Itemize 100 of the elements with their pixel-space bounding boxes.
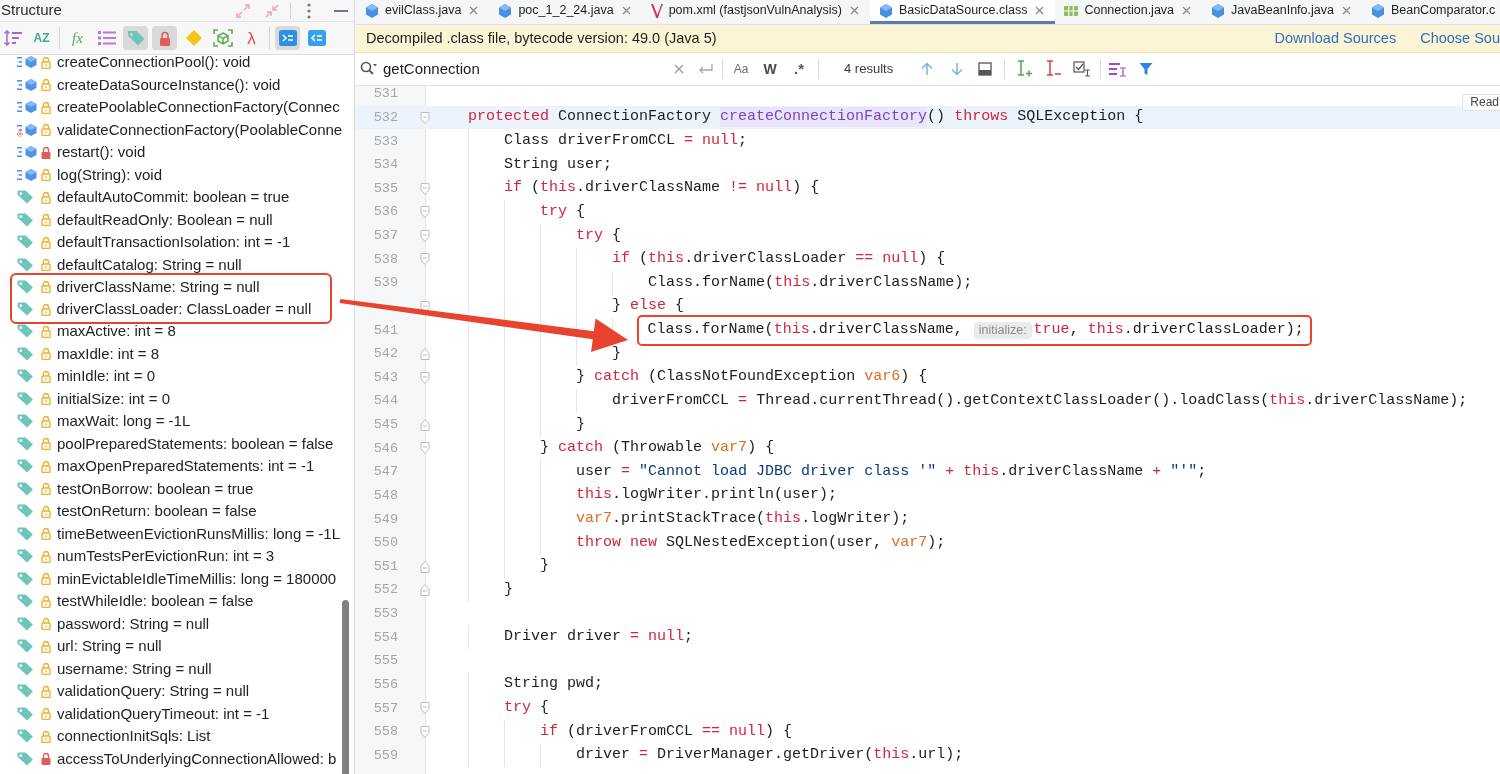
search-icon[interactable] bbox=[360, 61, 378, 77]
search-field[interactable]: getConnection bbox=[383, 57, 667, 81]
scrollbar-thumb[interactable] bbox=[342, 600, 349, 774]
code-text: this.logWriter.println(user); bbox=[576, 485, 838, 506]
structure-item[interactable]: testWhileIdle: boolean = false bbox=[57, 590, 254, 613]
file-tab[interactable]: Connection.java bbox=[1055, 0, 1203, 24]
fold-marker-icon[interactable] bbox=[420, 182, 430, 195]
more-icon[interactable] bbox=[307, 2, 311, 19]
fold-marker-icon[interactable] bbox=[420, 418, 430, 431]
structure-item[interactable]: timeBetweenEvictionRunsMillis: long = -1L bbox=[57, 522, 341, 545]
line-number: 558 bbox=[373, 725, 398, 739]
line-number: 553 bbox=[373, 607, 398, 621]
collapse-icon[interactable] bbox=[264, 2, 280, 19]
structure-item[interactable]: testOnReturn: boolean = false bbox=[57, 500, 257, 523]
fold-marker-icon[interactable] bbox=[420, 560, 430, 573]
structure-item[interactable]: log(String): void bbox=[57, 163, 163, 186]
fold-marker-icon[interactable] bbox=[420, 702, 430, 715]
up-arrow-icon[interactable] bbox=[920, 62, 934, 76]
fold-marker-icon[interactable] bbox=[420, 347, 430, 360]
cursor-minus-icon[interactable] bbox=[1044, 60, 1062, 78]
window-icon[interactable] bbox=[978, 62, 992, 76]
structure-item[interactable]: url: String = null bbox=[57, 635, 162, 658]
code-text: throw new SQLNestedException(user, var7); bbox=[576, 532, 946, 553]
structure-item[interactable]: password: String = null bbox=[57, 612, 210, 635]
search-option-toggle[interactable]: .* bbox=[787, 58, 811, 80]
expand-icon[interactable] bbox=[235, 2, 251, 19]
structure-item[interactable]: minEvictableIdleTimeMillis: long = 180000 bbox=[57, 567, 337, 590]
minimize-icon[interactable] bbox=[334, 9, 348, 12]
close-icon[interactable] bbox=[621, 6, 631, 15]
code-text: } catch (Throwable var7) { bbox=[540, 438, 775, 459]
structure-item[interactable]: maxActive: int = 8 bbox=[57, 320, 176, 343]
structure-item[interactable]: createConnectionPool(): void bbox=[57, 55, 251, 74]
line-number: 549 bbox=[373, 512, 398, 526]
structure-item[interactable]: driverClassLoader: ClassLoader = null bbox=[56, 298, 312, 321]
code-text: String pwd; bbox=[504, 674, 604, 695]
banner-link[interactable]: Download Sources bbox=[1274, 27, 1397, 50]
tag-button[interactable] bbox=[123, 26, 148, 50]
close-icon[interactable] bbox=[849, 6, 859, 15]
structure-item[interactable]: accessToUnderlyingConnectionAllowed: b bbox=[57, 747, 337, 770]
enter-icon[interactable] bbox=[697, 63, 713, 75]
close-icon[interactable] bbox=[1035, 6, 1045, 15]
list-icon bbox=[97, 31, 116, 45]
structure-item[interactable]: defaultCatalog: String = null bbox=[57, 253, 242, 276]
tile-forward-button[interactable] bbox=[275, 26, 300, 50]
fold-marker-icon[interactable] bbox=[420, 111, 430, 124]
structure-item[interactable]: createDataSourceInstance(): void bbox=[57, 73, 281, 96]
fold-marker-icon[interactable] bbox=[420, 253, 430, 266]
code-text: } bbox=[612, 343, 622, 364]
structure-item[interactable]: defaultAutoCommit: boolean = true bbox=[57, 186, 290, 209]
file-tab[interactable]: evilClass.java bbox=[356, 0, 490, 24]
close-icon[interactable] bbox=[1182, 6, 1192, 15]
file-tab[interactable]: BasicDataSource.class bbox=[869, 0, 1056, 24]
structure-item[interactable]: defaultReadOnly: Boolean = null bbox=[57, 208, 273, 231]
cube-button[interactable] bbox=[210, 26, 235, 50]
structure-item[interactable]: defaultTransactionIsolation: int = -1 bbox=[57, 231, 291, 254]
structure-item[interactable]: poolPreparedStatements: boolean = false bbox=[57, 432, 334, 455]
search-option-toggle[interactable]: W bbox=[758, 58, 782, 80]
line-number: 546 bbox=[373, 441, 398, 456]
structure-item[interactable]: maxWait: long = -1L bbox=[57, 410, 191, 433]
structure-item[interactable]: numTestsPerEvictionRun: int = 3 bbox=[57, 545, 275, 568]
structure-item[interactable]: maxIdle: int = 8 bbox=[57, 342, 160, 365]
banner-link[interactable]: Choose Sou bbox=[1420, 27, 1500, 50]
fold-marker-icon[interactable] bbox=[420, 229, 430, 242]
clear-icon[interactable] bbox=[674, 64, 684, 74]
search-option-toggle[interactable]: Aa bbox=[729, 58, 753, 80]
structure-item[interactable]: restart(): void bbox=[57, 141, 146, 164]
lines-cursor-icon[interactable] bbox=[1109, 61, 1127, 77]
cursor-plus-icon[interactable] bbox=[1015, 60, 1033, 78]
file-tab[interactable]: JavaBeanInfo.java bbox=[1202, 0, 1362, 24]
structure-item[interactable]: connectionInitSqls: List bbox=[57, 725, 211, 748]
structure-item[interactable]: validationQueryTimeout: int = -1 bbox=[57, 702, 270, 725]
close-icon[interactable] bbox=[469, 6, 479, 15]
fold-marker-icon[interactable] bbox=[420, 300, 430, 313]
structure-item[interactable]: maxOpenPreparedStatements: int = -1 bbox=[57, 455, 315, 478]
fold-marker-icon[interactable] bbox=[420, 206, 430, 219]
down-arrow-icon[interactable] bbox=[950, 62, 964, 76]
lock-button[interactable] bbox=[152, 26, 177, 50]
structure-item[interactable]: createPoolableConnectionFactory(Connec bbox=[57, 96, 340, 119]
close-icon[interactable] bbox=[1341, 6, 1351, 15]
code-text: driverFromCCL = Thread.currentThread().getContextClassLoader().loadClass(this.driverClassName); bbox=[612, 390, 1468, 411]
structure-item[interactable]: validationQuery: String = null bbox=[57, 680, 250, 703]
filter-icon[interactable] bbox=[1139, 62, 1153, 76]
file-tab[interactable]: pom.xml (fastjsonVulnAnalysis) bbox=[641, 0, 870, 24]
fold-marker-icon[interactable] bbox=[420, 584, 430, 597]
fold-marker-icon[interactable] bbox=[420, 442, 430, 455]
structure-item[interactable]: initialSize: int = 0 bbox=[57, 387, 170, 410]
line-number: 556 bbox=[373, 677, 398, 692]
fold-marker-icon[interactable] bbox=[420, 371, 430, 384]
file-tab[interactable]: BeanComparator.c bbox=[1361, 0, 1500, 24]
lambda-button[interactable]: λ bbox=[239, 26, 264, 50]
fold-marker-icon[interactable] bbox=[420, 725, 430, 738]
structure-item[interactable]: testOnBorrow: boolean = true bbox=[57, 477, 254, 500]
structure-item[interactable]: validateConnectionFactory(PoolableConne bbox=[57, 118, 343, 141]
structure-item[interactable]: username: String = null bbox=[57, 657, 212, 680]
structure-item[interactable]: minIdle: int = 0 bbox=[57, 365, 155, 388]
line-number: 548 bbox=[373, 488, 398, 503]
reader-mode-label[interactable]: Read bbox=[1462, 94, 1500, 111]
structure-item[interactable]: driverClassName: String = null bbox=[56, 275, 260, 298]
file-tab[interactable]: poc_1_2_24.java bbox=[489, 0, 642, 24]
checkbox-cursor-icon[interactable] bbox=[1073, 61, 1091, 77]
